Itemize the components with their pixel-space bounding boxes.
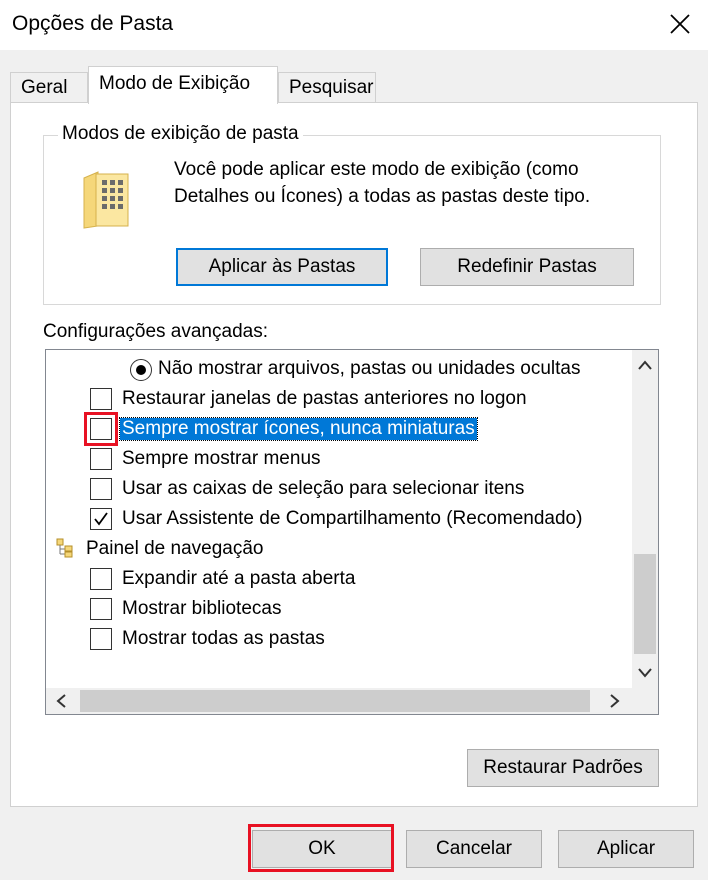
navigation-pane-icon bbox=[56, 538, 73, 558]
description-line-2: Detalhes ou Ícones) a todas as pastas de… bbox=[174, 186, 591, 207]
list-item[interactable]: Não mostrar arquivos, pastas ou unidades… bbox=[46, 354, 626, 384]
horizontal-scroll-thumb[interactable] bbox=[80, 690, 590, 712]
chevron-up-icon bbox=[638, 360, 652, 370]
scrollbar-corner bbox=[632, 688, 658, 714]
close-icon bbox=[670, 14, 690, 34]
checkbox[interactable] bbox=[90, 568, 112, 590]
list-item-label: Usar as caixas de seleção para seleciona… bbox=[122, 478, 525, 499]
scroll-right-button[interactable] bbox=[602, 688, 628, 714]
folder-icon bbox=[83, 171, 129, 229]
list-item[interactable]: Usar as caixas de seleção para seleciona… bbox=[46, 474, 626, 504]
checkbox[interactable] bbox=[90, 628, 112, 650]
vertical-scrollbar[interactable] bbox=[632, 350, 658, 688]
checkbox[interactable] bbox=[90, 478, 112, 500]
chevron-left-icon bbox=[56, 694, 66, 708]
scroll-left-button[interactable] bbox=[48, 688, 74, 714]
checkbox[interactable] bbox=[90, 598, 112, 620]
apply-to-folders-button[interactable]: Aplicar às Pastas bbox=[176, 248, 388, 286]
advanced-settings-label: Configurações avançadas: bbox=[43, 321, 268, 342]
ok-highlight-box bbox=[248, 824, 394, 872]
list-item-label: Sempre mostrar ícones, nunca miniaturas bbox=[119, 417, 478, 441]
list-item[interactable]: Expandir até a pasta aberta bbox=[46, 564, 626, 594]
list-item-label: Expandir até a pasta aberta bbox=[122, 568, 356, 589]
folder-views-legend: Modos de exibição de pasta bbox=[58, 123, 303, 145]
list-group-header: Painel de navegação bbox=[46, 534, 626, 564]
folder-options-dialog: Opções de Pasta Geral Modo de Exibição P… bbox=[0, 0, 708, 880]
tab-search[interactable]: Pesquisar bbox=[278, 72, 376, 102]
checkmark-icon bbox=[94, 512, 108, 526]
title-bar: Opções de Pasta bbox=[0, 0, 708, 50]
list-item-label: Mostrar bibliotecas bbox=[122, 598, 282, 619]
list-item-label: Mostrar todas as pastas bbox=[122, 628, 325, 649]
cancel-button[interactable]: Cancelar bbox=[406, 830, 542, 868]
checkbox[interactable] bbox=[90, 388, 112, 410]
list-item[interactable]: Sempre mostrar menus bbox=[46, 444, 626, 474]
view-tab-panel: Modos de exibição de pasta Você pode apl… bbox=[10, 102, 698, 807]
window-title: Opções de Pasta bbox=[12, 12, 174, 35]
advanced-settings-list[interactable]: Não mostrar arquivos, pastas ou unidades… bbox=[45, 349, 659, 715]
checkbox-checked[interactable] bbox=[90, 508, 112, 530]
scroll-up-button[interactable] bbox=[632, 352, 658, 378]
list-item[interactable]: Mostrar todas as pastas bbox=[46, 624, 626, 654]
list-item-label: Sempre mostrar menus bbox=[122, 448, 321, 469]
horizontal-scrollbar[interactable] bbox=[46, 688, 658, 714]
scroll-down-button[interactable] bbox=[632, 660, 658, 686]
tab-general[interactable]: Geral bbox=[10, 72, 88, 102]
list-group-label: Painel de navegação bbox=[86, 538, 264, 559]
description-line-1: Você pode aplicar este modo de exibição … bbox=[174, 159, 579, 180]
list-item[interactable]: Mostrar bibliotecas bbox=[46, 594, 626, 624]
list-item[interactable]: Usar Assistente de Compartilhamento (Rec… bbox=[46, 504, 626, 534]
list-item-label: Usar Assistente de Compartilhamento (Rec… bbox=[122, 508, 583, 529]
folder-views-description: Você pode aplicar este modo de exibição … bbox=[174, 156, 644, 210]
close-button[interactable] bbox=[658, 4, 702, 44]
restore-defaults-button[interactable]: Restaurar Padrões bbox=[467, 749, 659, 787]
highlight-box bbox=[84, 412, 118, 446]
apply-button[interactable]: Aplicar bbox=[558, 830, 694, 868]
list-item-label: Restaurar janelas de pastas anteriores n… bbox=[122, 388, 527, 409]
chevron-down-icon bbox=[638, 668, 652, 678]
radio-button[interactable] bbox=[130, 359, 152, 381]
folder-views-group: Modos de exibição de pasta Você pode apl… bbox=[43, 123, 661, 305]
reset-folders-button[interactable]: Redefinir Pastas bbox=[420, 248, 634, 286]
tab-view[interactable]: Modo de Exibição bbox=[88, 66, 278, 104]
chevron-right-icon bbox=[610, 694, 620, 708]
list-item-label: Não mostrar arquivos, pastas ou unidades… bbox=[158, 358, 581, 379]
vertical-scroll-thumb[interactable] bbox=[634, 554, 656, 654]
list-item[interactable]: Restaurar janelas de pastas anteriores n… bbox=[46, 384, 626, 414]
checkbox[interactable] bbox=[90, 448, 112, 470]
list-item-selected[interactable]: Sempre mostrar ícones, nunca miniaturas bbox=[46, 414, 626, 444]
